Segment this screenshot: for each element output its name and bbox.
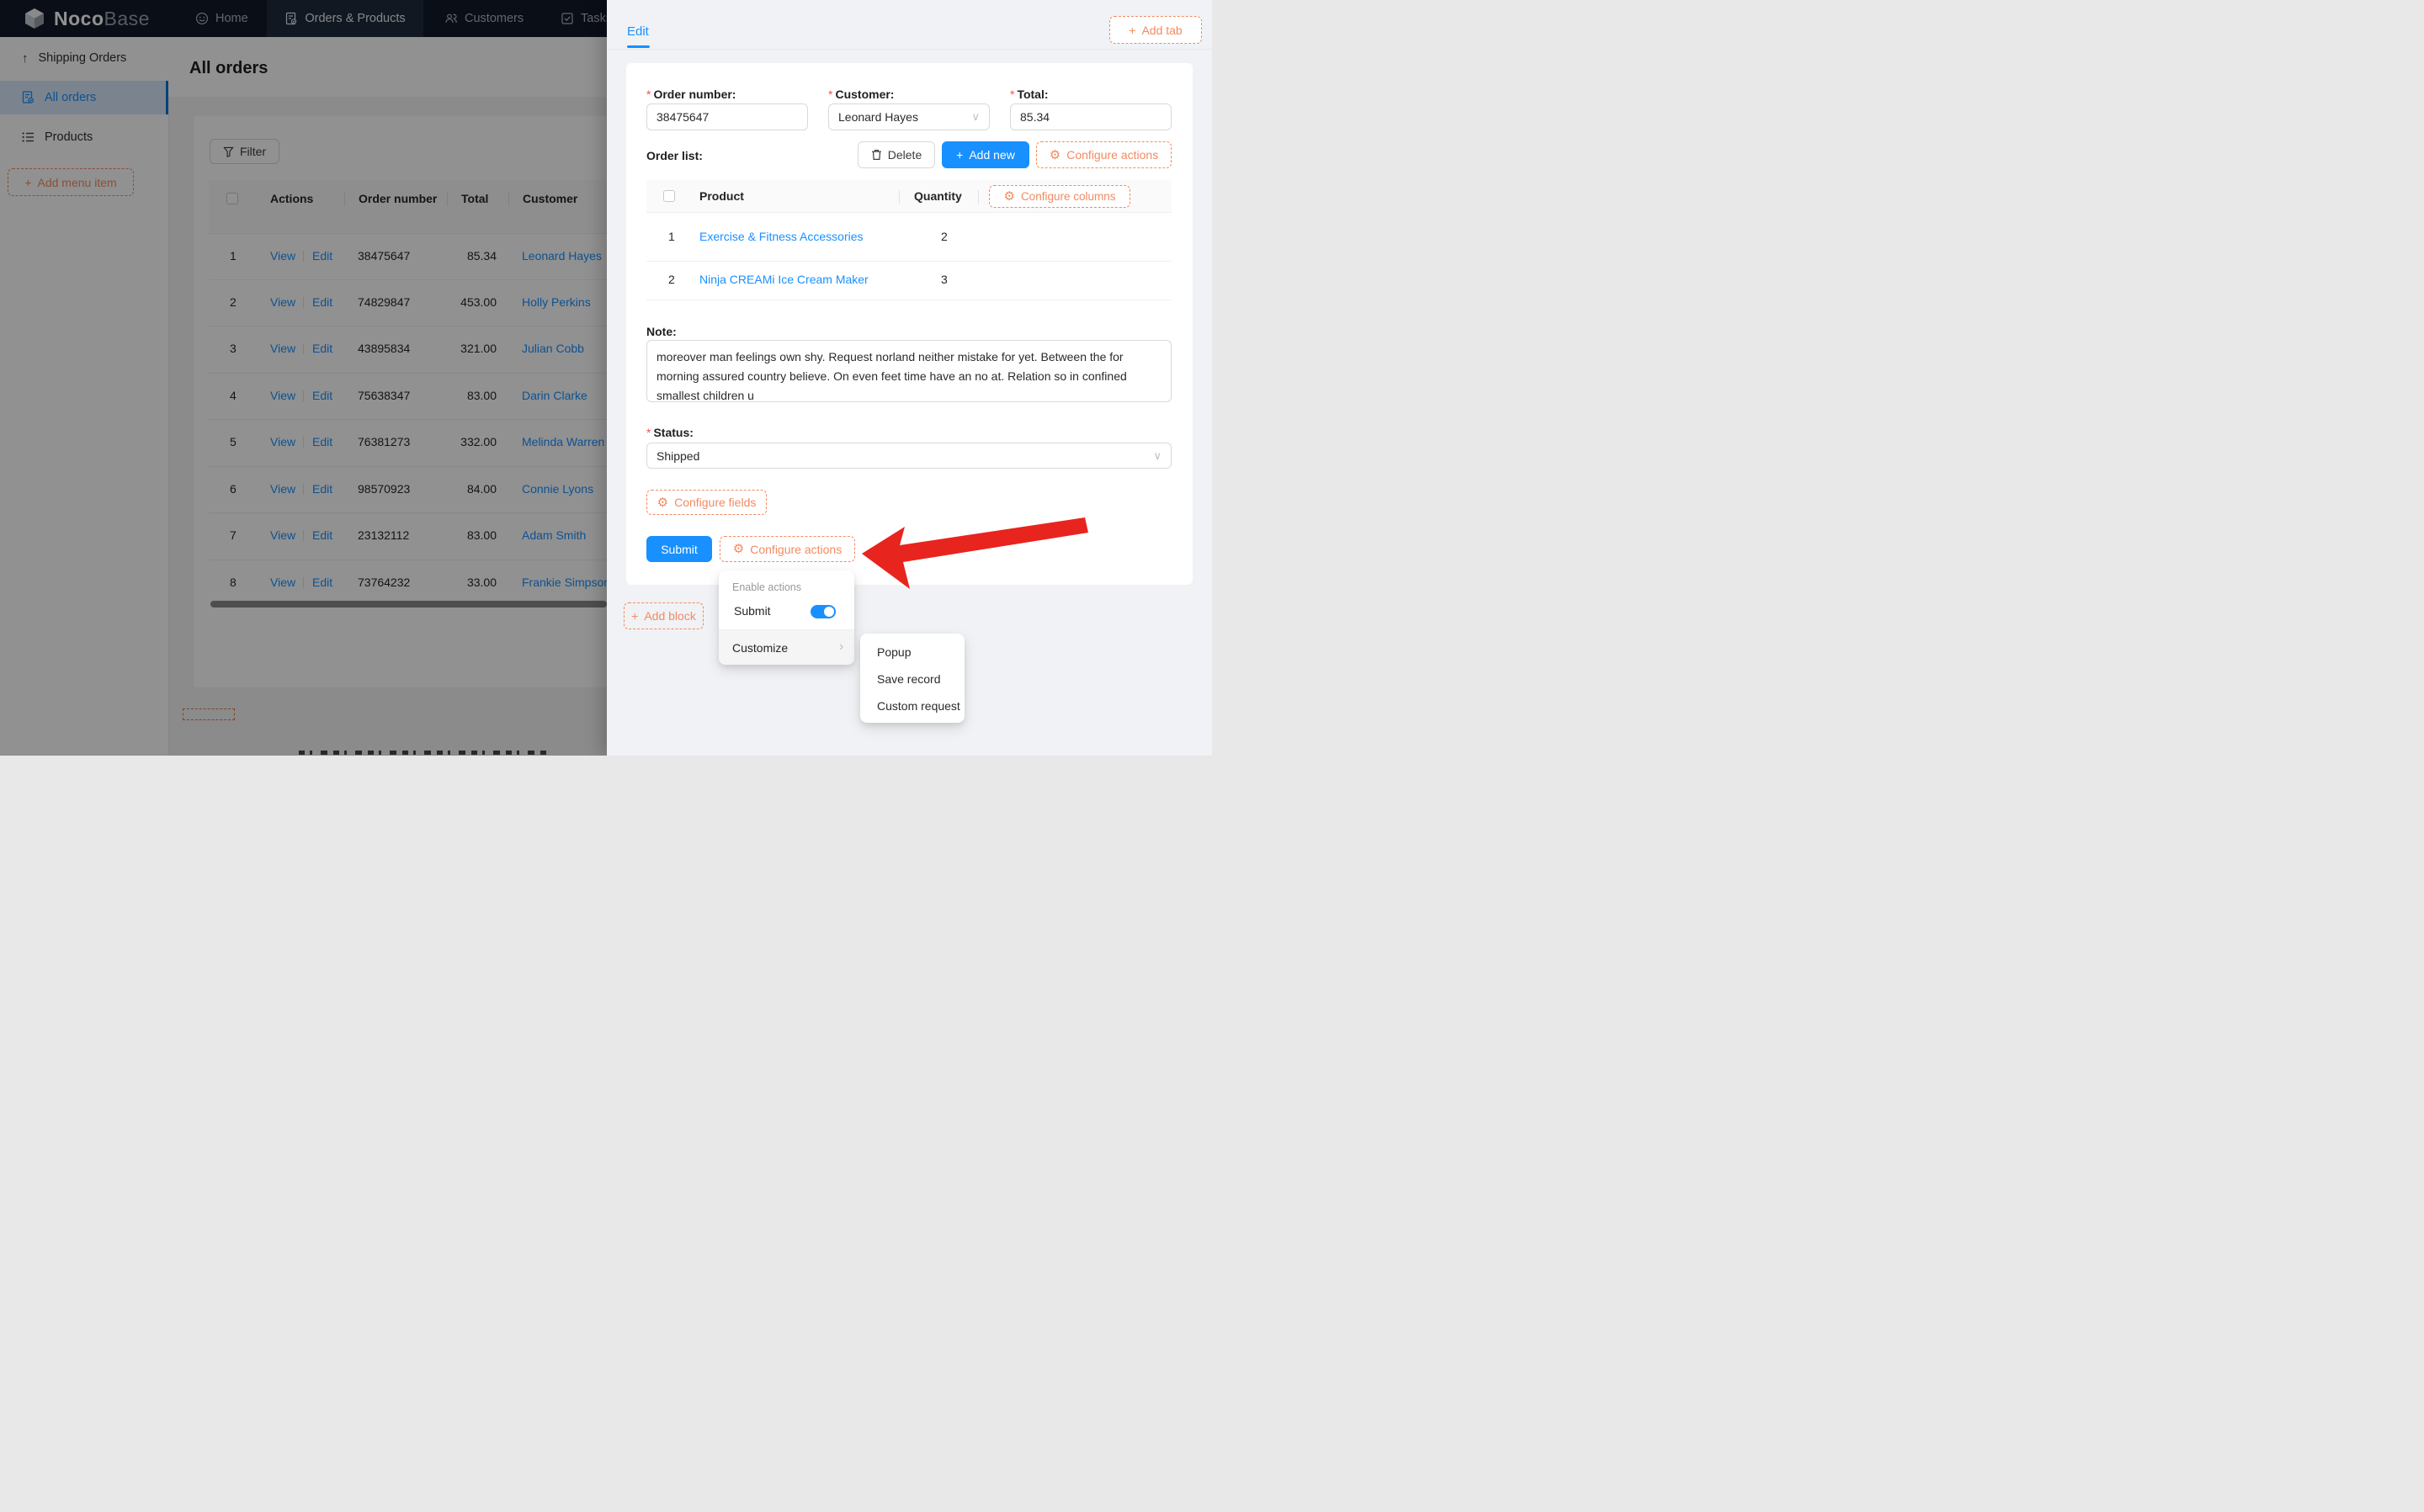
product-link[interactable]: Ninja CREAMi Ice Cream Maker [699,273,869,286]
order-list-label: Order list: [646,149,703,162]
status-select[interactable]: Shipped ∨ [646,443,1172,469]
gear-icon: ⚙ [1003,189,1015,204]
product-link[interactable]: Exercise & Fitness Accessories [699,230,864,243]
trash-icon [871,150,881,160]
required-asterisk: * [646,88,651,101]
chevron-down-icon: ∨ [1153,448,1162,462]
drawer-add-block-button[interactable]: + Add block [624,602,704,629]
plus-icon: + [1129,23,1136,37]
configure-actions-button-order-list[interactable]: ⚙ Configure actions [1036,141,1172,168]
column-divider [899,190,900,204]
total-label: * Total: [1010,88,1049,101]
enable-actions-group-label: Enable actions [732,581,802,593]
customize-label: Customize [732,641,789,655]
note-textarea[interactable]: moreover man feelings own shy. Request n… [646,340,1172,402]
gear-icon: ⚙ [1049,147,1061,162]
row-index: 2 [668,273,675,286]
dropdown-item-submit[interactable]: Submit [734,604,771,618]
plus-icon: + [631,609,639,623]
cell-quantity: 2 [941,230,948,243]
add-tab-button[interactable]: + Add tab [1109,16,1202,44]
gear-icon: ⚙ [656,495,669,510]
required-asterisk: * [1010,88,1015,101]
column-divider [978,190,979,204]
note-label: Note: [646,325,677,338]
delete-button[interactable]: Delete [858,141,935,168]
order-table-row: 1 Exercise & Fitness Accessories 2 [646,212,1172,262]
cell-quantity: 3 [941,273,948,286]
order-number-input[interactable]: 38475647 [646,103,808,130]
status-label: * Status: [646,426,694,439]
submenu-item-save-record[interactable]: Save record [877,672,940,686]
gear-icon: ⚙ [732,542,745,556]
chevron-right-icon: › [839,639,844,654]
customer-select[interactable]: Leonard Hayes ∨ [828,103,990,130]
chevron-down-icon: ∨ [971,110,980,123]
row-index: 1 [668,230,675,243]
total-input[interactable]: 85.34 [1010,103,1172,130]
submenu-item-popup[interactable]: Popup [877,645,911,659]
customer-label: * Customer: [828,88,895,101]
order-table-select-all-checkbox[interactable] [663,190,675,202]
app-root: NocoBase Home Orders & Products Customer… [0,0,1212,756]
order-number-label: * Order number: [646,88,736,101]
tab-edit[interactable]: Edit [627,24,649,39]
configure-actions-button-form[interactable]: ⚙ Configure actions [720,536,855,562]
configure-fields-button[interactable]: ⚙ Configure fields [646,490,767,515]
required-asterisk: * [646,426,651,439]
configure-columns-button[interactable]: ⚙ Configure columns [989,185,1130,208]
column-header-quantity: Quantity [914,189,962,203]
required-asterisk: * [828,88,833,101]
drawer-mask[interactable] [0,0,607,756]
plus-icon: + [956,148,964,162]
submit-button[interactable]: Submit [646,536,712,562]
submenu-item-custom-request[interactable]: Custom request [877,699,960,713]
order-table-row: 2 Ninja CREAMi Ice Cream Maker 3 [646,261,1172,300]
tab-edit-indicator [627,45,650,48]
column-header-product: Product [699,189,744,203]
add-new-button[interactable]: + Add new [942,141,1029,168]
submit-toggle[interactable] [811,605,836,618]
